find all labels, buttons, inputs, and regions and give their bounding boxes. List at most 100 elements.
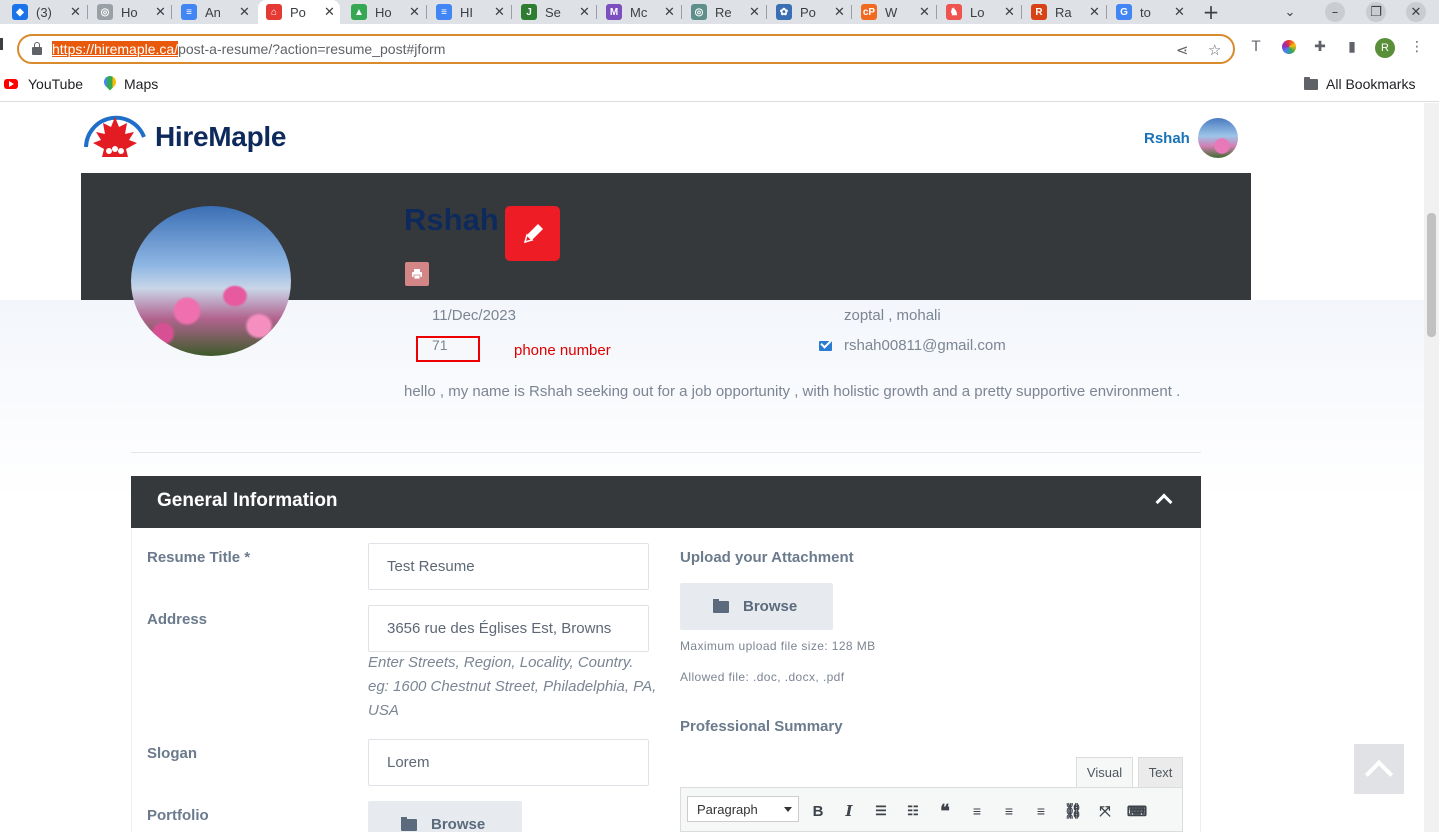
browser-tab[interactable]: R Ra ✕: [1023, 0, 1105, 24]
fullscreen-icon[interactable]: ⤧: [1094, 800, 1116, 822]
bookmark-maps[interactable]: Maps: [104, 76, 158, 92]
tab-close-icon[interactable]: ✕: [834, 4, 845, 20]
summary-label: Professional Summary: [680, 718, 843, 735]
tab-separator: [936, 5, 937, 19]
browser-tab[interactable]: ◎ Ho ✕: [89, 0, 171, 24]
align-left-icon[interactable]: ≡: [966, 800, 988, 822]
profile-date: 11/Dec/2023: [432, 307, 516, 324]
lock-icon[interactable]: [32, 42, 42, 56]
print-button[interactable]: [405, 262, 429, 286]
side-panel-icon[interactable]: ▮: [1343, 38, 1361, 56]
menu-kebab-icon[interactable]: ⋮: [1408, 38, 1426, 56]
browser-tab[interactable]: ▲ Ho ✕: [343, 0, 425, 24]
share-icon[interactable]: ⋖: [1176, 41, 1189, 59]
bookmark-youtube[interactable]: YouTube: [4, 76, 83, 92]
address-bar[interactable]: https://hiremaple.ca/post-a-resume/?acti…: [17, 34, 1235, 64]
bullet-list-icon[interactable]: ☰: [870, 800, 892, 822]
extensions-puzzle-icon[interactable]: ✚: [1311, 38, 1329, 56]
tab-close-icon[interactable]: ✕: [155, 4, 166, 20]
browser-tab[interactable]: ≡ An ✕: [173, 0, 255, 24]
tab-label: to: [1140, 4, 1151, 20]
tab-label: W: [885, 4, 898, 20]
url-text[interactable]: https://hiremaple.ca/post-a-resume/?acti…: [52, 41, 445, 57]
tab-favicon-icon: ⌂: [266, 4, 282, 20]
tab-favicon-icon: ▲: [351, 4, 367, 20]
paragraph-select[interactable]: Paragraph: [687, 796, 799, 822]
tab-search-chevron-icon[interactable]: ⌄: [1279, 2, 1301, 22]
edit-profile-button[interactable]: [505, 206, 560, 261]
tab-close-icon[interactable]: ✕: [664, 4, 675, 20]
color-extension-icon[interactable]: [1280, 38, 1298, 56]
browser-tab[interactable]: ⌂ Po ✕: [258, 0, 340, 24]
tab-label: (3): [36, 4, 52, 20]
tab-close-icon[interactable]: ✕: [494, 4, 505, 20]
editor-toolbar: Paragraph B I ☰ ☷ ❝ ≡ ≡ ≡ ⛓ ⤧ ⌨: [680, 787, 1183, 832]
tab-close-icon[interactable]: ✕: [749, 4, 760, 20]
tab-close-icon[interactable]: ✕: [409, 4, 420, 20]
chevron-up-icon[interactable]: [1155, 493, 1173, 511]
tab-close-icon[interactable]: ✕: [324, 4, 335, 20]
slogan-label: Slogan: [147, 745, 198, 762]
caret-down-icon: [784, 807, 792, 812]
browser-tab[interactable]: ◎ Re ✕: [683, 0, 765, 24]
numbered-list-icon[interactable]: ☷: [902, 800, 924, 822]
resume-title-input[interactable]: Test Resume: [368, 543, 649, 590]
tab-close-icon[interactable]: ✕: [1089, 4, 1100, 20]
header-username[interactable]: Rshah: [1144, 130, 1190, 147]
tab-favicon-icon: ≡: [181, 4, 197, 20]
scrollbar-thumb[interactable]: [1427, 213, 1436, 337]
back-edge: [0, 38, 3, 50]
tab-close-icon[interactable]: ✕: [1004, 4, 1015, 20]
profile-email[interactable]: rshah00811@gmail.com: [844, 337, 1006, 354]
text-extension-icon[interactable]: T: [1247, 38, 1265, 56]
browser-tab[interactable]: J Se ✕: [513, 0, 595, 24]
bold-icon[interactable]: B: [807, 800, 829, 822]
link-icon[interactable]: ⛓: [1062, 800, 1084, 822]
italic-icon[interactable]: I: [838, 800, 860, 822]
all-bookmarks[interactable]: All Bookmarks: [1304, 76, 1415, 92]
browser-tab[interactable]: M Mc ✕: [598, 0, 680, 24]
tab-close-icon[interactable]: ✕: [70, 4, 81, 20]
browser-tab[interactable]: ◆ (3) ✕: [4, 0, 86, 24]
upload-browse-button[interactable]: Browse: [680, 583, 833, 630]
tab-close-icon[interactable]: ✕: [919, 4, 930, 20]
new-tab-button[interactable]: +: [1200, 0, 1222, 24]
max-upload-size: Maximum upload file size: 128 MB: [680, 639, 876, 653]
browser-tab[interactable]: ♞ Lo ✕: [938, 0, 1020, 24]
tab-strip: ◆ (3) ✕ ◎ Ho ✕ ≡ An ✕ ⌂ Po ✕ ▲ Ho ✕ ≡ HI ✕ J Se ✕ M Mc ✕ ◎ Re ✕ ✿ Po…: [0, 0, 1439, 24]
url-path: post-a-resume/?action=resume_post#jform: [178, 41, 446, 57]
editor-visual-tab[interactable]: Visual: [1076, 757, 1133, 787]
tab-close-icon[interactable]: ✕: [1174, 4, 1185, 20]
browser-tab[interactable]: Gto ✕: [1108, 0, 1190, 24]
blockquote-icon[interactable]: ❝: [934, 800, 956, 822]
bookmark-star-icon[interactable]: ☆: [1208, 41, 1221, 59]
tab-close-icon[interactable]: ✕: [579, 4, 590, 20]
profile-avatar[interactable]: R: [1375, 38, 1395, 58]
tab-close-icon[interactable]: ✕: [239, 4, 250, 20]
keyboard-icon[interactable]: ⌨: [1126, 800, 1148, 822]
tab-favicon-icon: ◎: [97, 4, 113, 20]
phone-annotation: phone number: [514, 342, 611, 359]
browser-tab[interactable]: ≡ HI ✕: [428, 0, 510, 24]
header-avatar[interactable]: [1198, 118, 1238, 158]
editor-text-tab[interactable]: Text: [1138, 757, 1183, 787]
maximize-button[interactable]: ❐: [1366, 2, 1386, 22]
slogan-input[interactable]: Lorem: [368, 739, 649, 786]
general-info-header[interactable]: General Information: [131, 476, 1201, 528]
minimize-button[interactable]: –: [1325, 2, 1345, 22]
close-window-button[interactable]: ✕: [1406, 2, 1426, 22]
browser-tab[interactable]: cP W ✕: [853, 0, 935, 24]
section-title: General Information: [157, 490, 338, 511]
bookmark-label: YouTube: [28, 76, 84, 92]
address-hint: Enter Streets, Region, Locality, Country…: [368, 654, 657, 719]
align-center-icon[interactable]: ≡: [998, 800, 1020, 822]
browse-label: Browse: [431, 816, 486, 832]
divider: [131, 452, 1201, 453]
back-to-top-button[interactable]: [1354, 744, 1404, 794]
portfolio-browse-button[interactable]: Browse: [368, 801, 522, 832]
browser-tab[interactable]: ✿ Po ✕: [768, 0, 850, 24]
tab-favicon-icon: R: [1031, 4, 1047, 20]
hiremaple-logo[interactable]: HireMaple: [82, 107, 302, 167]
align-right-icon[interactable]: ≡: [1030, 800, 1052, 822]
address-input[interactable]: 3656 rue des Églises Est, Browns: [368, 605, 649, 652]
